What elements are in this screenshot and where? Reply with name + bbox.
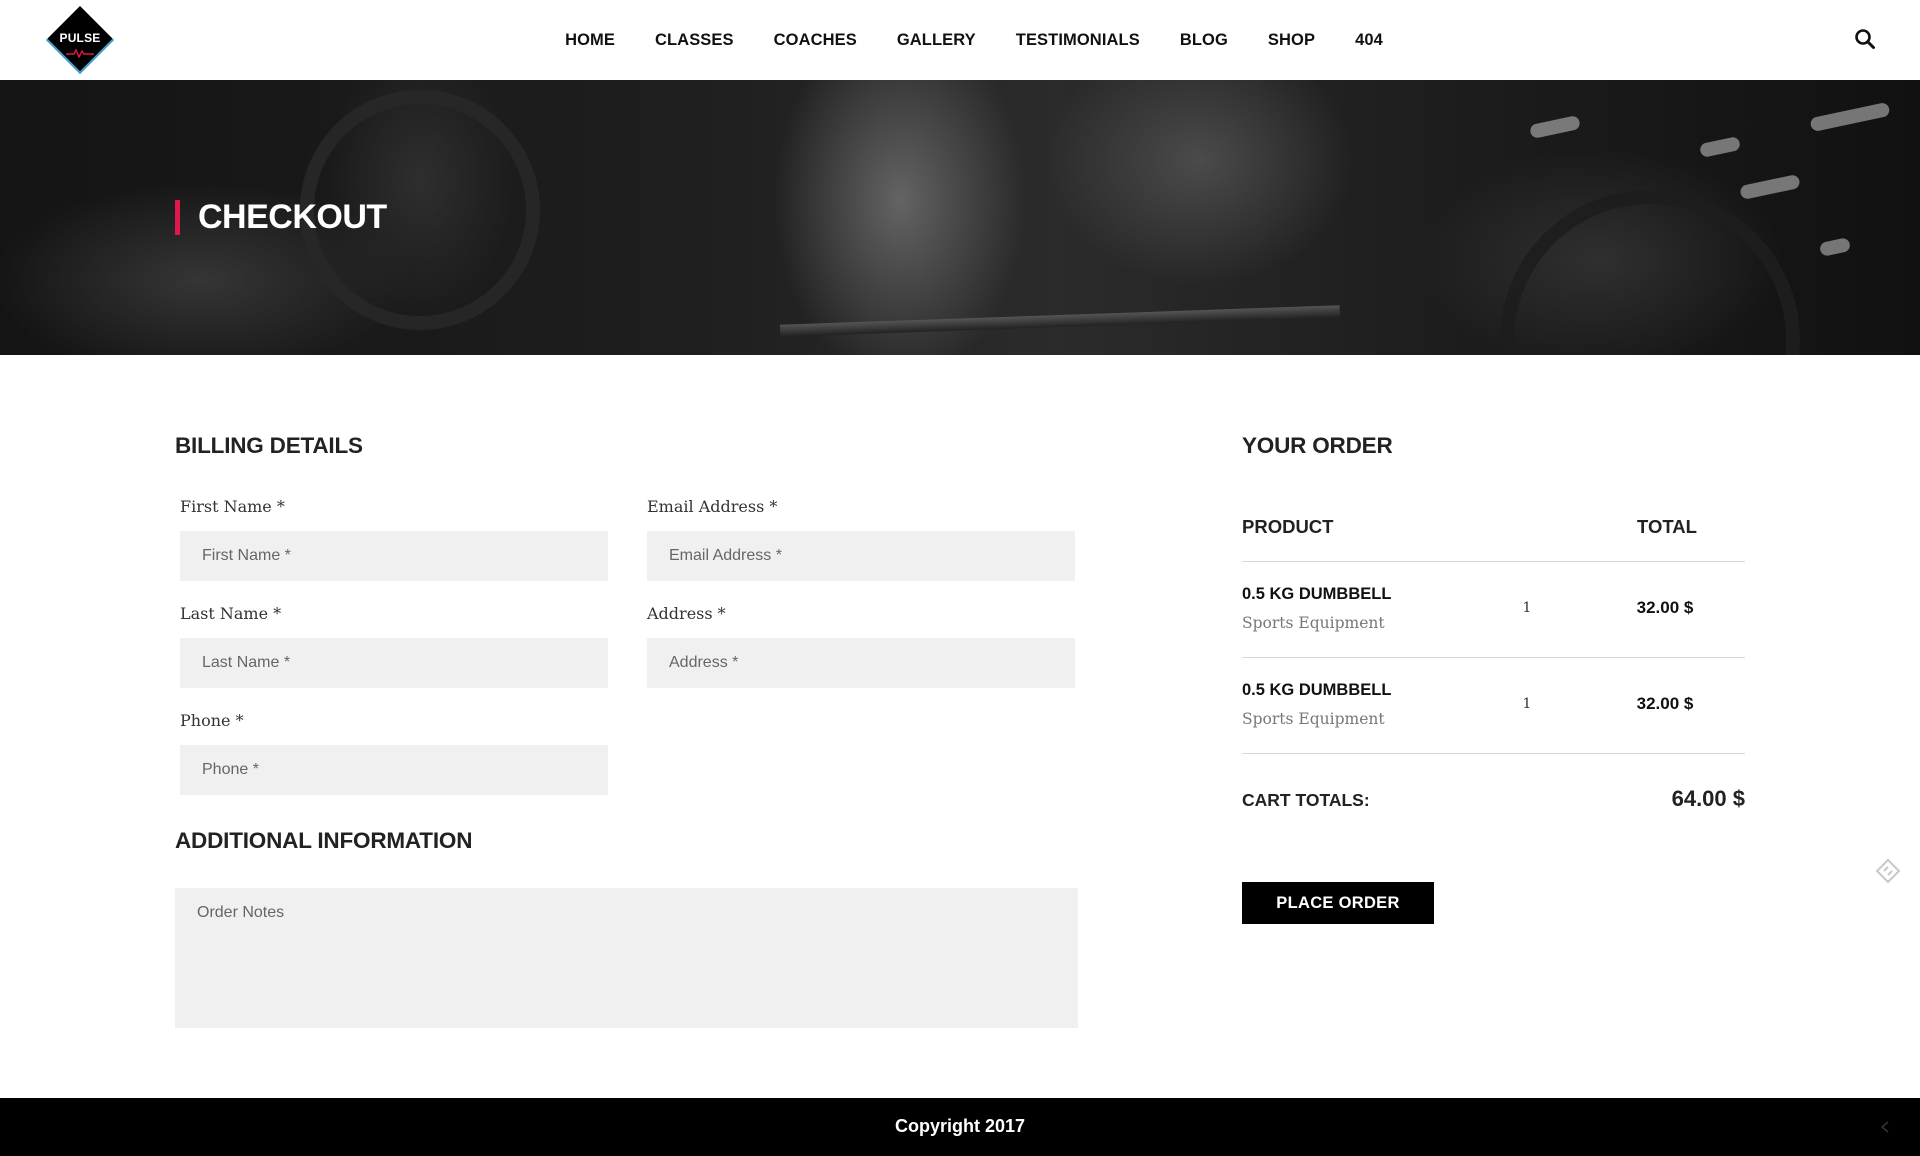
order-item-total: 32.00 $ xyxy=(1636,694,1694,713)
nav-item-testimonials[interactable]: TESTIMONIALS xyxy=(1016,31,1140,50)
last-name-label-text: Last Name xyxy=(180,604,269,623)
address-label: Address * xyxy=(647,604,726,623)
nav-item-blog[interactable]: BLOG xyxy=(1180,31,1228,50)
total-column-header: TOTAL xyxy=(1637,516,1697,537)
order-divider xyxy=(1242,561,1745,562)
main-nav: HOME CLASSES COACHES GALLERY TESTIMONIAL… xyxy=(0,0,1920,80)
order-item-qty: 1 xyxy=(1522,600,1532,616)
additional-info-heading: ADDITIONAL INFORMATION xyxy=(175,828,473,853)
order-divider xyxy=(1242,753,1745,754)
last-name-label: Last Name * xyxy=(180,604,281,623)
hero-plate-right xyxy=(1500,190,1800,355)
site-header: PULSE HOME CLASSES COACHES GALLERY TESTI… xyxy=(0,0,1920,80)
place-order-button[interactable]: PLACE ORDER xyxy=(1242,882,1434,924)
product-column-header: PRODUCT xyxy=(1242,516,1334,537)
order-item-category: Sports Equipment xyxy=(1242,614,1385,632)
order-divider xyxy=(1242,657,1745,658)
hero-barbell xyxy=(779,305,1341,337)
nav-item-shop[interactable]: SHOP xyxy=(1268,31,1315,50)
first-name-input[interactable] xyxy=(180,531,608,581)
email-label-text: Email Address xyxy=(647,497,765,516)
order-notes-textarea[interactable] xyxy=(175,888,1078,1028)
nav-item-classes[interactable]: CLASSES xyxy=(655,31,734,50)
address-input[interactable] xyxy=(647,638,1075,688)
copyright-text: Copyright 2017 xyxy=(894,1116,1026,1136)
order-item-total: 32.00 $ xyxy=(1636,598,1694,617)
first-name-label-text: First Name xyxy=(180,497,272,516)
required-mark: * xyxy=(769,497,778,516)
page-title: CHECKOUT xyxy=(175,198,387,236)
nav-item-coaches[interactable]: COACHES xyxy=(774,31,857,50)
nav-item-gallery[interactable]: GALLERY xyxy=(897,31,976,50)
address-label-text: Address xyxy=(647,604,713,623)
cart-totals-label: CART TOTALS: xyxy=(1242,790,1370,810)
hero-light xyxy=(1529,114,1581,140)
order-item-category: Sports Equipment xyxy=(1242,710,1385,728)
last-name-input[interactable] xyxy=(180,638,608,688)
page-title-text: CHECKOUT xyxy=(198,198,387,236)
phone-label: Phone * xyxy=(180,711,244,730)
required-mark: * xyxy=(235,711,244,730)
phone-input[interactable] xyxy=(180,745,608,795)
required-mark: * xyxy=(273,604,282,623)
order-item-name: 0.5 KG DUMBBELL xyxy=(1242,585,1392,603)
hero-light xyxy=(1809,101,1891,133)
nav-item-home[interactable]: HOME xyxy=(565,31,615,50)
title-accent-bar xyxy=(175,200,180,235)
email-input[interactable] xyxy=(647,531,1075,581)
billing-heading: BILLING DETAILS xyxy=(175,433,363,458)
first-name-label: First Name * xyxy=(180,497,285,516)
email-label: Email Address * xyxy=(647,497,777,516)
required-mark: * xyxy=(717,604,726,623)
nav-item-404[interactable]: 404 xyxy=(1355,31,1383,50)
phone-label-text: Phone xyxy=(180,711,231,730)
cart-totals-value: 64.00 $ xyxy=(1671,786,1745,811)
hero-light xyxy=(1818,237,1852,257)
tag-icon[interactable] xyxy=(1875,858,1901,884)
order-item-qty: 1 xyxy=(1522,696,1532,712)
site-footer: Copyright 2017 xyxy=(0,1098,1920,1156)
hero-light xyxy=(1698,135,1742,159)
search-icon[interactable] xyxy=(1854,28,1876,50)
order-item-name: 0.5 KG DUMBBELL xyxy=(1242,681,1392,699)
your-order-heading: YOUR ORDER xyxy=(1242,433,1393,458)
tag-icon xyxy=(1880,1121,1889,1133)
required-mark: * xyxy=(276,497,285,516)
hero-light xyxy=(1739,173,1801,201)
